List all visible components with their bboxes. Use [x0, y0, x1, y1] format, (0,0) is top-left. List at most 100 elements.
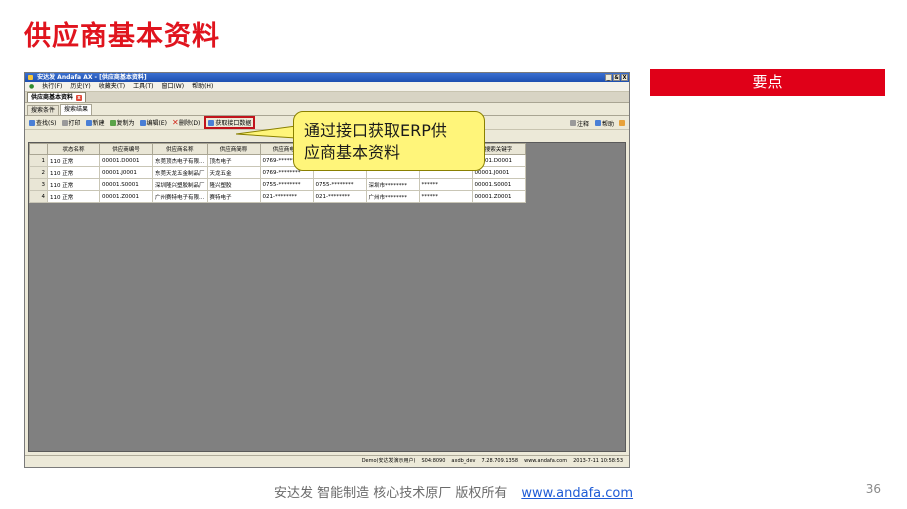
menu-favorites[interactable]: 收藏夹(T) [99, 82, 125, 91]
delete-button[interactable]: ✕ 删除(D) [171, 118, 201, 128]
column-header[interactable]: 供应商简称 [206, 143, 261, 155]
tab-search-results[interactable]: 搜索结果 [60, 104, 93, 115]
note-label: 注释 [576, 120, 589, 128]
callout-text-line2: 应商基本资料 [304, 143, 401, 162]
document-tab-label: 供应商基本资料 [31, 93, 74, 101]
edit-icon [139, 119, 146, 126]
app-logo-icon [28, 75, 33, 80]
results-grid-area: 状态名称 供应商编号 供应商名称 供应商简称 供应商电话 搜索关键字 1 110… [28, 142, 626, 452]
footer-website-link[interactable]: www.andafa.com [521, 486, 633, 501]
supplier-code-cell[interactable]: 00001.Z0001 [99, 190, 153, 203]
fax-cell[interactable]: 0755-******** [312, 178, 367, 191]
supplier-phone-cell[interactable]: 021-******** [259, 190, 314, 203]
note-button[interactable]: 注释 [569, 118, 590, 128]
supplier-name-cell[interactable]: 广州赛特电子有限... [152, 190, 208, 203]
new-document-icon [85, 119, 92, 126]
callout-pointer [236, 125, 296, 139]
table-row[interactable]: 3 110 正常 00001.S0001 深圳隆兴塑胶制品厂 隆兴塑胶 0755… [29, 178, 526, 191]
status-database: axdb_dev [451, 458, 476, 464]
note-icon [569, 120, 576, 126]
edit-button[interactable]: 编辑(E) [139, 118, 168, 128]
supplier-name-cell[interactable]: 东莞顶杰电子有限... [152, 154, 208, 167]
menu-execute[interactable]: 执行(F) [42, 82, 62, 91]
supplier-short-name-cell[interactable]: 天龙五金 [206, 166, 261, 179]
row-number: 1 [29, 154, 48, 167]
menu-tools[interactable]: 工具(T) [133, 82, 153, 91]
status-bar: Demo(安达发演示用户) S04:8090 axdb_dev 7.28.709… [25, 455, 629, 467]
fax-cell[interactable]: 021-******** [312, 190, 367, 203]
menu-window[interactable]: 窗口(W) [161, 82, 184, 91]
delete-icon: ✕ [172, 117, 179, 127]
status-user: Demo(安达发演示用户) [361, 458, 416, 464]
row-number-header [29, 143, 48, 155]
row-number: 3 [29, 178, 48, 191]
document-tabbar: 供应商基本资料 x [25, 92, 629, 103]
fetch-data-icon [208, 119, 215, 126]
footer-text: 安达发 智能制造 核心技术原厂 版权所有 [273, 486, 508, 501]
column-header[interactable]: 供应商名称 [152, 143, 208, 155]
search-key-cell[interactable]: 00001.S0001 [471, 178, 526, 191]
search-label: 查找(S) [36, 120, 57, 127]
print-label: 打印 [68, 120, 81, 127]
callout-bubble: 通过接口获取ERP供 应商基本资料 [293, 111, 485, 171]
settings-icon[interactable] [619, 120, 625, 126]
minimize-button[interactable]: _ [605, 74, 612, 81]
delete-label: 删除(D) [179, 120, 201, 127]
masked-cell[interactable]: ****** [418, 190, 473, 203]
help-label: 帮助 [601, 120, 614, 128]
supplier-short-name-cell[interactable]: 顶杰电子 [206, 154, 261, 167]
menu-help[interactable]: 帮助(H) [192, 82, 213, 91]
table-row[interactable]: 4 110 正常 00001.Z0001 广州赛特电子有限... 赛特电子 02… [29, 190, 526, 203]
slide-title: 供应商基本资料 [24, 21, 220, 52]
search-button[interactable]: 查找(S) [28, 118, 58, 128]
new-label: 新建 [92, 120, 105, 127]
row-number: 2 [29, 166, 48, 179]
copy-label: 复制为 [116, 120, 135, 127]
print-button[interactable]: 打印 [61, 118, 82, 128]
supplier-phone-cell[interactable]: 0755-******** [259, 178, 314, 191]
column-header[interactable]: 供应商编号 [99, 143, 153, 155]
supplier-name-cell[interactable]: 东莞天龙五金制品厂 [152, 166, 208, 179]
keypoint-bar: 要点 [650, 69, 885, 96]
status-cell[interactable]: 110 正常 [47, 154, 100, 167]
help-button[interactable]: 帮助 [594, 118, 615, 128]
supplier-code-cell[interactable]: 00001.S0001 [99, 178, 153, 191]
status-cell[interactable]: 110 正常 [47, 190, 100, 203]
window-controls: _ & X [605, 74, 628, 81]
window-title: 安达发 Andafa AX - [供应商基本资料] [37, 74, 147, 81]
callout-text-line1: 通过接口获取ERP供 [304, 121, 447, 140]
tab-search-criteria[interactable]: 搜索条件 [27, 105, 60, 115]
menu-app-icon: ● [29, 83, 35, 90]
search-key-cell[interactable]: 00001.Z0001 [471, 190, 526, 203]
search-results-label: 搜索结果 [64, 106, 89, 113]
menu-bar: ● 执行(F) 历史(Y) 收藏夹(T) 工具(T) 窗口(W) 帮助(H) [25, 82, 629, 92]
supplier-short-name-cell[interactable]: 隆兴塑胶 [206, 178, 261, 191]
close-tab-icon[interactable]: x [76, 94, 83, 101]
address-cell[interactable]: 深圳市******** [365, 178, 420, 191]
supplier-code-cell[interactable]: 00001.D0001 [99, 154, 153, 167]
status-cell[interactable]: 110 正常 [47, 166, 100, 179]
slide-footer: 安达发 智能制造 核心技术原厂 版权所有 www.andafa.com [0, 482, 907, 501]
masked-cell[interactable]: ****** [418, 178, 473, 191]
status-server: S04:8090 [421, 458, 446, 464]
status-datetime: 2013-7-11 10:58:53 [573, 458, 623, 464]
address-cell[interactable]: 广州市******** [365, 190, 420, 203]
column-header[interactable]: 状态名称 [47, 143, 100, 155]
new-button[interactable]: 新建 [85, 118, 106, 128]
help-icon [594, 120, 601, 126]
supplier-code-cell[interactable]: 00001.J0001 [99, 166, 153, 179]
status-cell[interactable]: 110 正常 [47, 178, 100, 191]
copy-button[interactable]: 复制为 [109, 118, 136, 128]
close-button[interactable]: X [621, 74, 628, 81]
edit-label: 编辑(E) [146, 120, 168, 127]
menu-history[interactable]: 历史(Y) [70, 82, 90, 91]
supplier-short-name-cell[interactable]: 赛特电子 [206, 190, 261, 203]
restore-button[interactable]: & [613, 74, 620, 81]
supplier-name-cell[interactable]: 深圳隆兴塑胶制品厂 [152, 178, 208, 191]
search-criteria-label: 搜索条件 [31, 107, 56, 114]
printer-icon [61, 119, 68, 126]
window-titlebar: 安达发 Andafa AX - [供应商基本资料] _ & X [25, 73, 629, 82]
toolbar-right: 注释 帮助 [569, 118, 625, 128]
tab-supplier-basic-info[interactable]: 供应商基本资料 x [27, 92, 87, 102]
status-version: 7.28.709.1358 [481, 458, 519, 464]
